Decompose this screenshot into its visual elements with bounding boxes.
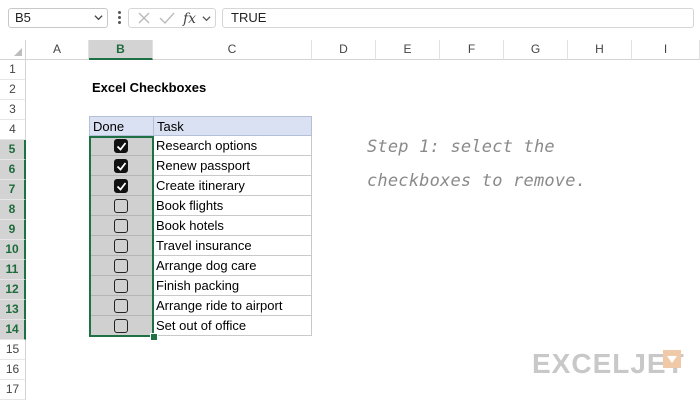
task-cell[interactable]: Research options — [153, 136, 312, 156]
exceljet-logo-mark — [663, 350, 681, 368]
done-cell[interactable] — [89, 236, 154, 256]
note-line-1: Step 1: select the — [367, 137, 555, 157]
exceljet-logo: EXCELJET — [532, 348, 685, 379]
task-cell[interactable]: Arrange ride to airport — [153, 296, 312, 316]
checked-checkbox[interactable] — [114, 179, 128, 193]
column-header-b[interactable]: B — [89, 40, 153, 60]
check-icon — [116, 142, 127, 151]
task-cell[interactable]: Travel insurance — [153, 236, 312, 256]
checked-checkbox[interactable] — [114, 159, 128, 173]
row-header-17[interactable]: 17 — [0, 380, 26, 400]
done-cell[interactable] — [89, 176, 154, 196]
chevron-down-icon[interactable] — [202, 14, 211, 23]
check-icon — [116, 182, 127, 191]
done-cell[interactable] — [89, 296, 154, 316]
column-header-a[interactable]: A — [26, 40, 89, 60]
done-cell[interactable] — [89, 196, 154, 216]
row-header-3[interactable]: 3 — [0, 100, 26, 120]
check-icon — [116, 162, 127, 171]
task-cell[interactable]: Finish packing — [153, 276, 312, 296]
formula-buttons: fx — [128, 8, 216, 28]
column-header-g[interactable]: G — [504, 40, 568, 60]
sheet-title: Excel Checkboxes — [92, 80, 207, 95]
checked-checkbox[interactable] — [114, 139, 128, 153]
task-cell[interactable]: Renew passport — [153, 156, 312, 176]
done-header-label: Done — [93, 119, 125, 134]
column-header-e[interactable]: E — [376, 40, 440, 60]
row-header-11[interactable]: 11 — [0, 260, 26, 280]
task-cell[interactable]: Book hotels — [153, 216, 312, 236]
formula-bar: B5 fx TRUE — [0, 0, 700, 36]
unchecked-checkbox[interactable] — [114, 319, 128, 333]
select-all-corner[interactable] — [0, 40, 26, 60]
row-header-10[interactable]: 10 — [0, 240, 26, 260]
task-cell[interactable]: Create itinerary — [153, 176, 312, 196]
unchecked-checkbox[interactable] — [114, 259, 128, 273]
chevron-down-icon[interactable] — [94, 13, 103, 22]
row-header-14[interactable]: 14 — [0, 320, 26, 340]
done-cell[interactable] — [89, 316, 154, 336]
task-header-label: Task — [157, 119, 184, 134]
column-header-d[interactable]: D — [312, 40, 376, 60]
unchecked-checkbox[interactable] — [114, 199, 128, 213]
unchecked-checkbox[interactable] — [114, 219, 128, 233]
row-header-2[interactable]: 2 — [0, 80, 26, 100]
row-header-1[interactable]: 1 — [0, 60, 26, 80]
column-header-done[interactable]: Done — [89, 116, 154, 136]
insert-function-icon[interactable]: fx — [183, 11, 196, 27]
formula-input[interactable]: TRUE — [222, 8, 694, 28]
row-header-6[interactable]: 6 — [0, 160, 26, 180]
more-options-icon[interactable] — [116, 10, 122, 26]
row-header-15[interactable]: 15 — [0, 340, 26, 360]
row-header-13[interactable]: 13 — [0, 300, 26, 320]
unchecked-checkbox[interactable] — [114, 279, 128, 293]
task-cell[interactable]: Book flights — [153, 196, 312, 216]
fill-handle[interactable] — [150, 333, 158, 341]
row-header-5[interactable]: 5 — [0, 140, 26, 160]
note-line-2: checkboxes to remove. — [367, 171, 587, 191]
row-header-9[interactable]: 9 — [0, 220, 26, 240]
row-header-16[interactable]: 16 — [0, 360, 26, 380]
column-header-h[interactable]: H — [568, 40, 632, 60]
enter-check-icon[interactable] — [159, 11, 175, 25]
done-cell[interactable] — [89, 276, 154, 296]
row-header-8[interactable]: 8 — [0, 200, 26, 220]
done-cell[interactable] — [89, 156, 154, 176]
row-header-7[interactable]: 7 — [0, 180, 26, 200]
done-cell[interactable] — [89, 136, 154, 156]
task-cell[interactable]: Arrange dog care — [153, 256, 312, 276]
unchecked-checkbox[interactable] — [114, 299, 128, 313]
done-cell[interactable] — [89, 216, 154, 236]
unchecked-checkbox[interactable] — [114, 239, 128, 253]
row-header-4[interactable]: 4 — [0, 120, 26, 140]
column-header-i[interactable]: I — [632, 40, 700, 60]
done-cell[interactable] — [89, 256, 154, 276]
row-header-12[interactable]: 12 — [0, 280, 26, 300]
name-box[interactable]: B5 — [8, 8, 108, 28]
column-header-c[interactable]: C — [153, 40, 312, 60]
task-cell[interactable]: Set out of office — [153, 316, 312, 336]
name-box-value: B5 — [15, 10, 31, 25]
column-header-task[interactable]: Task — [153, 116, 312, 136]
column-header-f[interactable]: F — [440, 40, 504, 60]
cancel-icon[interactable] — [137, 11, 151, 25]
